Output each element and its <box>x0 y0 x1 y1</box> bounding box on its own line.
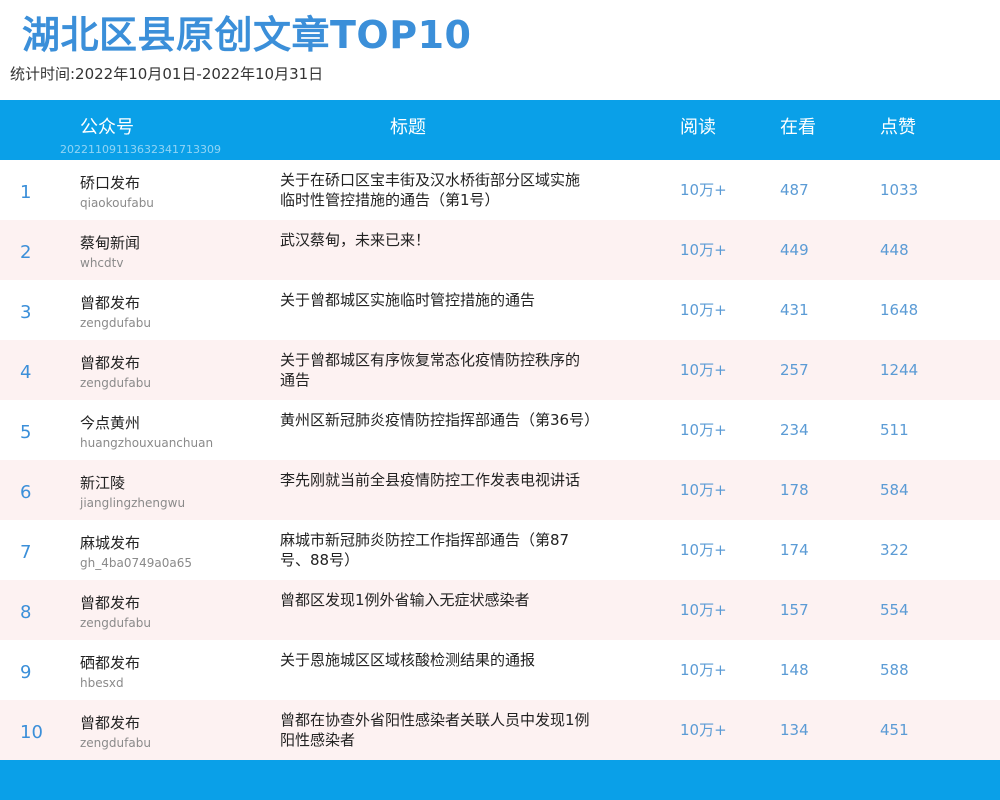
like-count: 588 <box>880 661 909 679</box>
account-id: zengdufabu <box>80 736 151 750</box>
watch-count: 431 <box>780 301 809 319</box>
table-row: 2 蔡甸新闻 whcdtv 武汉蔡甸，未来已来！ 10万+ 449 448 <box>0 220 1000 280</box>
watch-count: 148 <box>780 661 809 679</box>
read-count: 10万+ <box>680 601 727 619</box>
rank-number: 3 <box>20 302 32 323</box>
table-row: 6 新江陵 jianglingzhengwu 李先刚就当前全县疫情防控工作发表电… <box>0 460 1000 520</box>
read-count: 10万+ <box>680 481 727 499</box>
account-id: gh_4ba0749a0a65 <box>80 556 192 570</box>
watch-count: 234 <box>780 421 809 439</box>
rank-number: 6 <box>20 482 32 503</box>
watch-count: 257 <box>780 361 809 379</box>
rank-number: 4 <box>20 362 32 383</box>
like-count: 1033 <box>880 181 919 199</box>
table-row: 10 曾都发布 zengdufabu 曾都在协查外省阳性感染者关联人员中发现1例… <box>0 700 1000 760</box>
table-row: 4 曾都发布 zengdufabu 关于曾都城区有序恢复常态化疫情防控秩序的通告… <box>0 340 1000 400</box>
read-count: 10万+ <box>680 301 727 319</box>
read-count: 10万+ <box>680 361 727 379</box>
article-title[interactable]: 麻城市新冠肺炎防控工作指挥部通告（第87号、88号） <box>280 530 592 570</box>
column-header-like: 点赞 <box>880 117 916 138</box>
article-title[interactable]: 曾都在协查外省阳性感染者关联人员中发现1例阳性感染者 <box>280 710 592 750</box>
rank-number: 5 <box>20 422 32 443</box>
account-id: zengdufabu <box>80 616 151 630</box>
article-title[interactable]: 关于曾都城区有序恢复常态化疫情防控秩序的通告 <box>280 350 592 390</box>
like-count: 448 <box>880 241 909 259</box>
watch-count: 178 <box>780 481 809 499</box>
like-count: 322 <box>880 541 909 559</box>
account-name: 曾都发布 <box>80 294 141 312</box>
account-id: jianglingzhengwu <box>80 496 186 510</box>
read-count: 10万+ <box>680 181 727 199</box>
account-name: 今点黄州 <box>80 414 141 432</box>
table-row: 7 麻城发布 gh_4ba0749a0a65 麻城市新冠肺炎防控工作指挥部通告（… <box>0 520 1000 580</box>
read-count: 10万+ <box>680 541 727 559</box>
column-header-account: 公众号 <box>80 117 134 138</box>
column-header-read: 阅读 <box>680 117 716 138</box>
article-title[interactable]: 关于在硚口区宝丰街及汉水桥街部分区域实施临时性管控措施的通告（第1号） <box>280 170 592 210</box>
table-row: 1 硚口发布 qiaokoufabu 关于在硚口区宝丰街及汉水桥街部分区域实施临… <box>0 160 1000 220</box>
like-count: 511 <box>880 421 909 439</box>
like-count: 1648 <box>880 301 919 319</box>
account-id: hbesxd <box>80 676 124 690</box>
like-count: 451 <box>880 721 909 739</box>
rank-number: 7 <box>20 542 32 563</box>
account-id: huangzhouxuanchuan <box>80 436 214 450</box>
article-title[interactable]: 关于曾都城区实施临时管控措施的通告 <box>280 290 592 310</box>
column-header-title: 标题 <box>390 117 426 138</box>
account-name: 蔡甸新闻 <box>80 234 141 252</box>
like-count: 1244 <box>880 361 919 379</box>
rank-number: 10 <box>20 722 43 743</box>
read-count: 10万+ <box>680 421 727 439</box>
account-name: 曾都发布 <box>80 354 141 372</box>
read-count: 10万+ <box>680 661 727 679</box>
account-id: zengdufabu <box>80 376 151 390</box>
page-title: 湖北区县原创文章TOP10 <box>22 13 472 57</box>
stats-period: 统计时间:2022年10月01日-2022年10月31日 <box>10 65 324 83</box>
rank-number: 9 <box>20 662 32 683</box>
header-watermark-id: 20221109113632341713309 <box>60 143 221 156</box>
watch-count: 174 <box>780 541 809 559</box>
table-row: 8 曾都发布 zengdufabu 曾都区发现1例外省输入无症状感染者 10万+… <box>0 580 1000 640</box>
read-count: 10万+ <box>680 721 727 739</box>
table-row: 5 今点黄州 huangzhouxuanchuan 黄州区新冠肺炎疫情防控指挥部… <box>0 400 1000 460</box>
account-name: 硚口发布 <box>80 174 141 192</box>
article-title[interactable]: 曾都区发现1例外省输入无症状感染者 <box>280 590 592 610</box>
like-count: 584 <box>880 481 909 499</box>
rank-number: 2 <box>20 242 32 263</box>
account-name: 硒都发布 <box>80 654 141 672</box>
ranking-table: 1 硚口发布 qiaokoufabu 关于在硚口区宝丰街及汉水桥街部分区域实施临… <box>0 160 1000 760</box>
account-name: 麻城发布 <box>80 534 141 552</box>
watch-count: 134 <box>780 721 809 739</box>
account-id: zengdufabu <box>80 316 151 330</box>
account-id: qiaokoufabu <box>80 196 154 210</box>
account-name: 曾都发布 <box>80 594 141 612</box>
account-name: 新江陵 <box>80 474 126 492</box>
watch-count: 449 <box>780 241 809 259</box>
table-header: 公众号 20221109113632341713309 标题 阅读 在看 点赞 <box>0 100 1000 160</box>
account-id: whcdtv <box>80 256 124 270</box>
article-title[interactable]: 武汉蔡甸，未来已来！ <box>280 230 592 250</box>
account-name: 曾都发布 <box>80 714 141 732</box>
like-count: 554 <box>880 601 909 619</box>
table-row: 3 曾都发布 zengdufabu 关于曾都城区实施临时管控措施的通告 10万+… <box>0 280 1000 340</box>
article-title[interactable]: 关于恩施城区区域核酸检测结果的通报 <box>280 650 592 670</box>
watch-count: 487 <box>780 181 809 199</box>
read-count: 10万+ <box>680 241 727 259</box>
footer-bar <box>0 760 1000 800</box>
column-header-watch: 在看 <box>780 117 816 138</box>
table-row: 9 硒都发布 hbesxd 关于恩施城区区域核酸检测结果的通报 10万+ 148… <box>0 640 1000 700</box>
article-title[interactable]: 黄州区新冠肺炎疫情防控指挥部通告（第36号） <box>280 410 599 430</box>
rank-number: 8 <box>20 602 32 623</box>
article-title[interactable]: 李先刚就当前全县疫情防控工作发表电视讲话 <box>280 470 592 490</box>
rank-number: 1 <box>20 182 32 203</box>
watch-count: 157 <box>780 601 809 619</box>
